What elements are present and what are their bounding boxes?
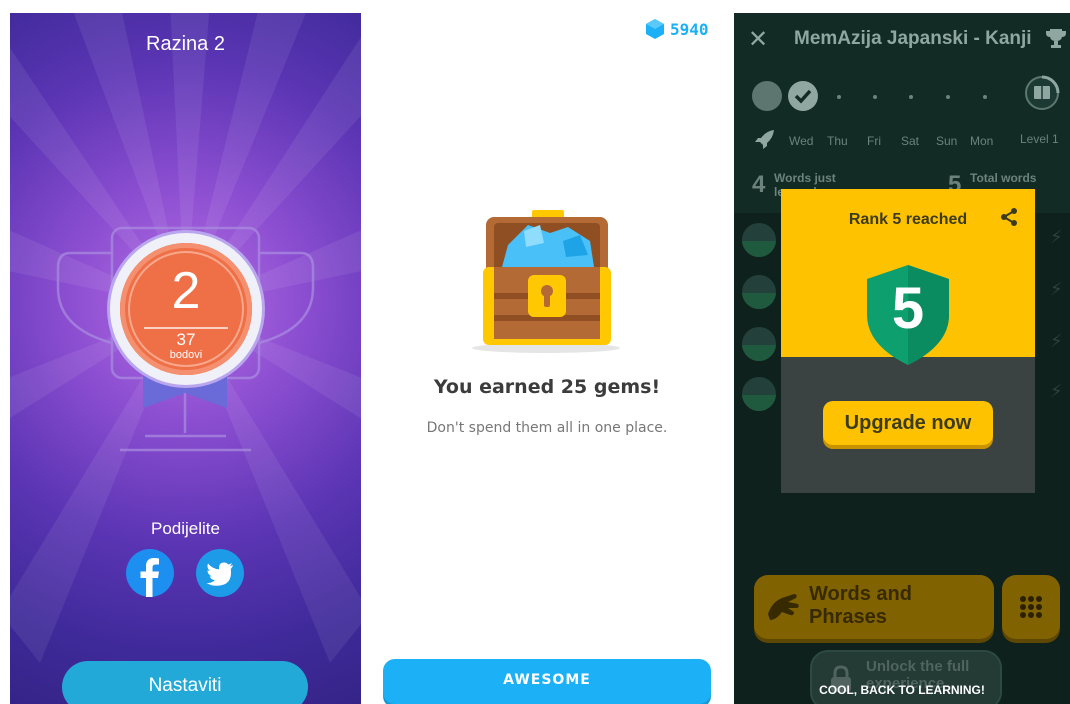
reward-title: You earned 25 gems! <box>433 376 661 398</box>
streak-day-dot <box>752 81 782 111</box>
day-label: Mon <box>970 134 994 148</box>
rocket-icon <box>755 130 774 149</box>
points-value: 37 <box>176 330 196 349</box>
level-number: 2 <box>171 262 201 320</box>
word-row-icon <box>742 377 776 411</box>
day-label: Fri <box>867 134 881 148</box>
points-label: bodovi <box>169 349 203 361</box>
lightning-icon: ⚡ <box>1050 227 1063 248</box>
gem-icon <box>646 19 664 39</box>
upgrade-now-button[interactable]: Upgrade now <box>823 401 993 445</box>
streak-dot <box>873 95 877 99</box>
gems-reward-panel: 5940 You earned 25 gems! Don't spend the… <box>373 0 721 704</box>
awesome-button[interactable]: AWESOME <box>383 659 711 704</box>
lightning-icon: ⚡ <box>1050 331 1063 352</box>
share-icon[interactable] <box>999 207 1019 227</box>
streak-dot <box>837 95 841 99</box>
continue-button[interactable]: Nastaviti <box>62 661 308 704</box>
share-label: Podijelite <box>151 519 220 538</box>
medal-divider <box>144 327 228 329</box>
twitter-share-button[interactable] <box>196 549 244 597</box>
streak-dot <box>983 95 987 99</box>
twitter-icon <box>206 562 233 586</box>
facebook-share-button[interactable] <box>126 549 174 597</box>
level-label: Level 1 <box>1020 132 1059 146</box>
gem-counter: 5940 <box>646 18 709 40</box>
word-row-icon <box>742 275 776 309</box>
words-and-phrases-button[interactable]: Words and Phrases <box>754 575 994 639</box>
close-button[interactable]: ✕ <box>748 25 768 53</box>
word-row-icon <box>742 223 776 257</box>
back-to-learning-toast[interactable]: COOL, BACK TO LEARNING! <box>734 683 1070 697</box>
hand-icon <box>768 594 799 620</box>
streak-dot <box>909 95 913 99</box>
day-label: Sat <box>901 134 920 148</box>
rank-reached-panel: ✕ MemAzija Japanski - Kanji 1 Wed Thu Fr… <box>734 13 1070 704</box>
level-up-panel: Razina 2 2 37 bodovi Podijelite Nastavit… <box>10 13 361 704</box>
streak-day-check <box>788 81 818 111</box>
word-row-icon <box>742 327 776 361</box>
day-label: Wed <box>789 134 814 148</box>
course-title: MemAzija Japanski - Kanji 1 <box>794 28 1034 49</box>
trophy-icon[interactable] <box>1045 27 1067 49</box>
words-and-phrases-label: Words and Phrases <box>809 583 912 628</box>
streak-dot <box>946 95 950 99</box>
treasure-chest-icon <box>472 210 620 353</box>
medal-face: 2 37 bodovi <box>120 243 252 375</box>
menu-grid-button[interactable] <box>1002 575 1060 639</box>
lightning-icon: ⚡ <box>1050 279 1063 300</box>
rank-number: 5 <box>891 276 925 341</box>
reward-subtext: Don't spend them all in one place. <box>426 420 668 436</box>
total-words-label: Total words <box>970 171 1037 185</box>
words-learned-count: 4 <box>752 171 766 198</box>
gem-count-value: 5940 <box>670 19 709 39</box>
facebook-icon <box>140 558 159 597</box>
lightning-icon: ⚡ <box>1050 381 1063 402</box>
rank-modal: Rank 5 reached 5 Upgrade now <box>781 189 1035 493</box>
rank-modal-title: Rank 5 reached <box>848 211 968 228</box>
book-icon <box>1025 75 1060 110</box>
level-medal: 2 37 bodovi <box>110 233 262 385</box>
check-icon <box>794 89 812 104</box>
grid-icon <box>1020 596 1042 618</box>
level-title: Razina 2 <box>146 33 225 55</box>
day-label: Thu <box>827 134 848 148</box>
day-label: Sun <box>936 134 958 148</box>
